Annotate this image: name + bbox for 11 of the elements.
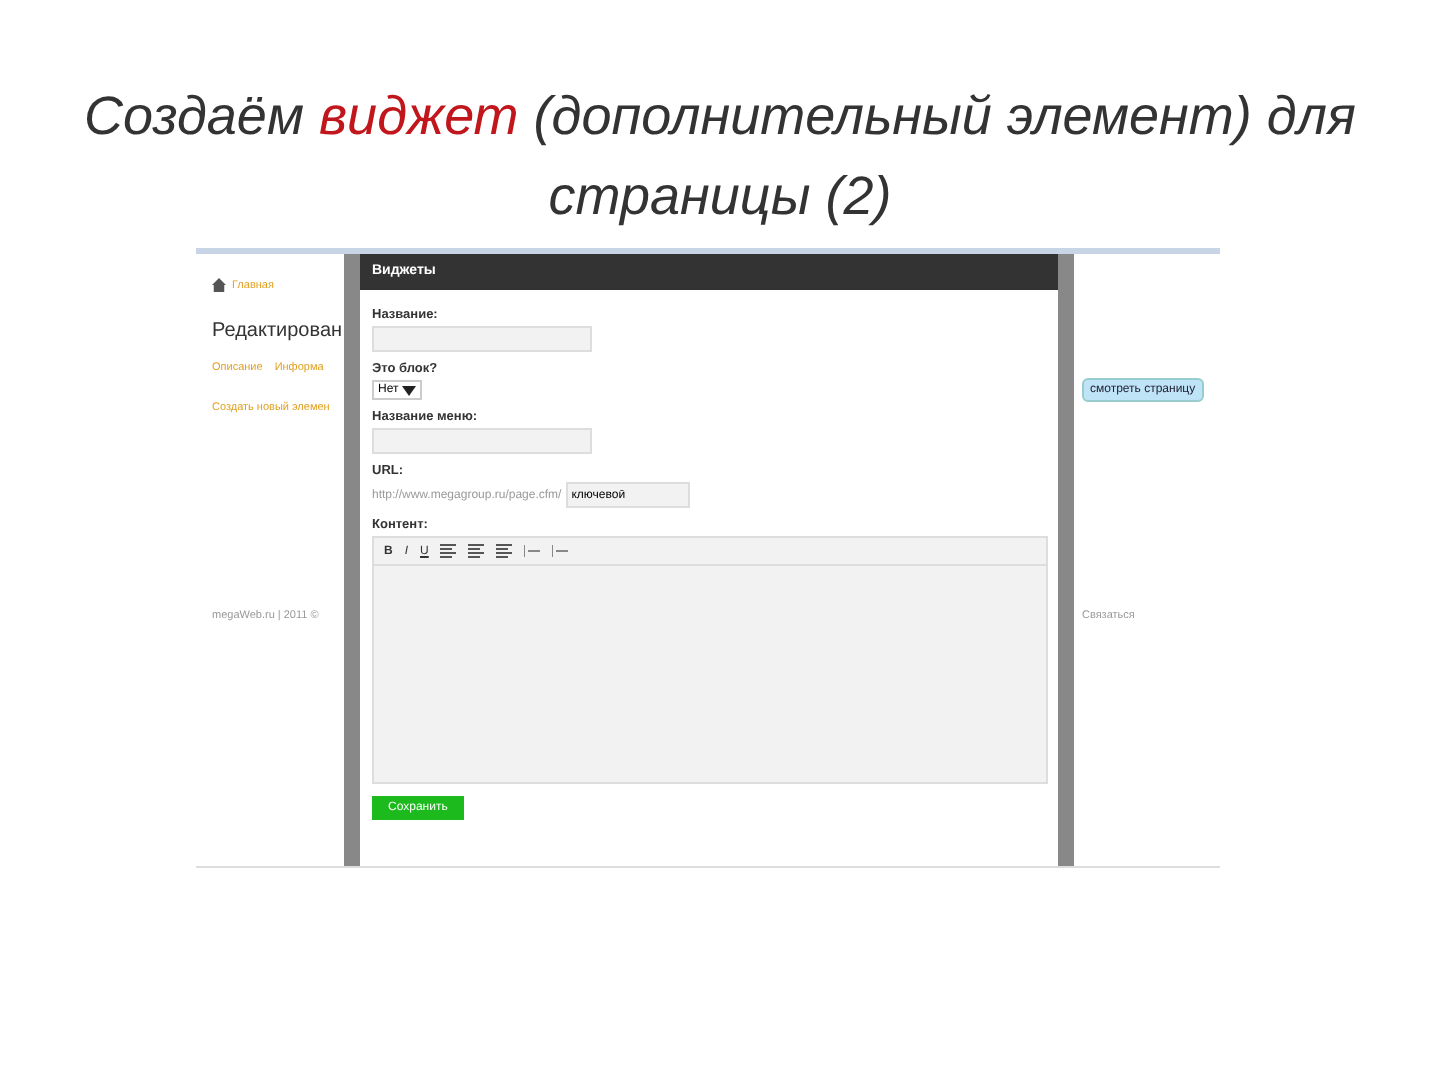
caret-icon <box>402 385 417 395</box>
slide-title: Создаём виджет (дополнительный элемент) для страницы (2) <box>82 84 1358 230</box>
input-field[interactable] <box>372 326 592 352</box>
input-field[interactable] <box>372 428 592 454</box>
list-icon[interactable] <box>552 544 569 558</box>
align-icon[interactable] <box>496 544 513 558</box>
list-icon[interactable] <box>524 544 541 558</box>
align-icon[interactable] <box>440 544 457 558</box>
align-icon[interactable] <box>468 544 485 558</box>
page-heading: Редактирован <box>212 320 344 342</box>
home-icon <box>212 278 226 292</box>
